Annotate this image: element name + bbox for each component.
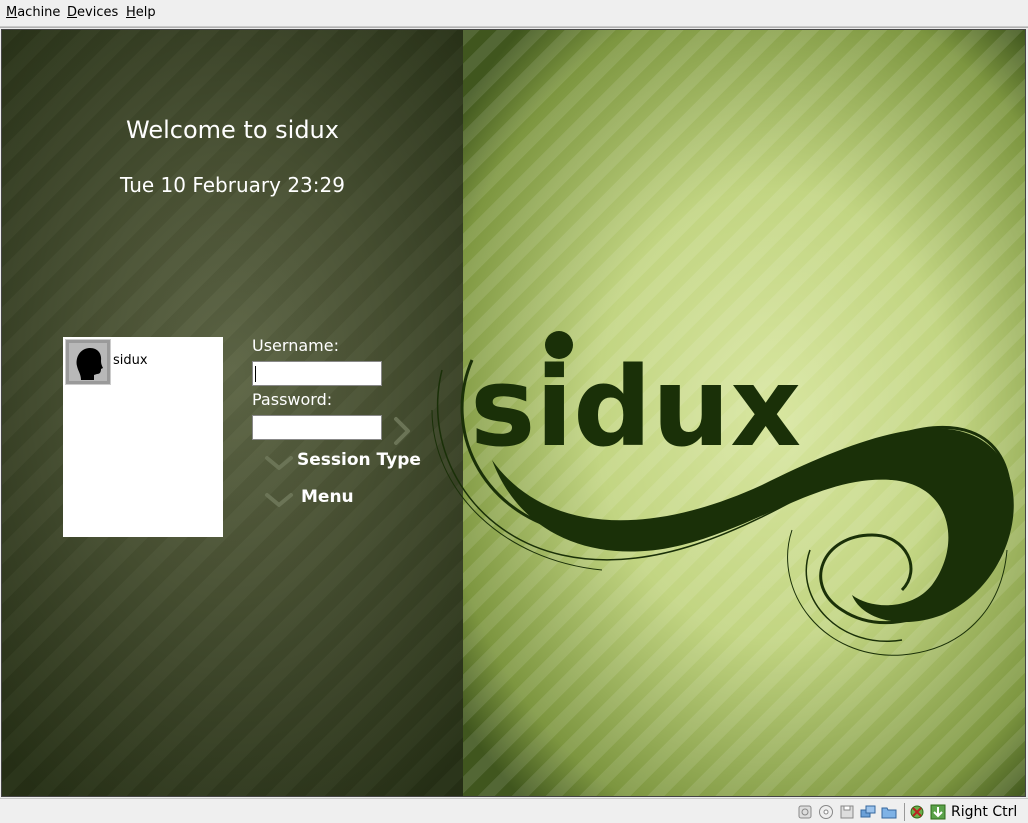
logo-wordmark: sidux <box>470 343 801 471</box>
statusbar: Right Ctrl <box>0 798 1028 823</box>
hard-disk-icon[interactable] <box>797 804 813 820</box>
vm-screen[interactable]: Welcome to sidux Tue 10 February 23:29 s… <box>1 29 1026 797</box>
mouse-integration-icon[interactable] <box>909 804 925 820</box>
cd-icon[interactable] <box>818 804 834 820</box>
menu-help[interactable]: Help <box>126 5 156 20</box>
menubar-divider <box>0 27 1028 28</box>
vrdp-icon[interactable] <box>930 804 946 820</box>
menu-machine[interactable]: Machine <box>6 5 60 20</box>
menu-devices[interactable]: Devices <box>67 5 118 20</box>
shared-folder-icon[interactable] <box>881 804 897 820</box>
menubar: Machine Devices Help <box>0 0 1028 27</box>
floppy-icon[interactable] <box>839 804 855 820</box>
sidux-logo: sidux <box>431 331 1014 656</box>
host-key-label: Right Ctrl <box>951 804 1018 820</box>
network-icon[interactable] <box>860 804 876 820</box>
statusbar-divider <box>904 803 905 821</box>
